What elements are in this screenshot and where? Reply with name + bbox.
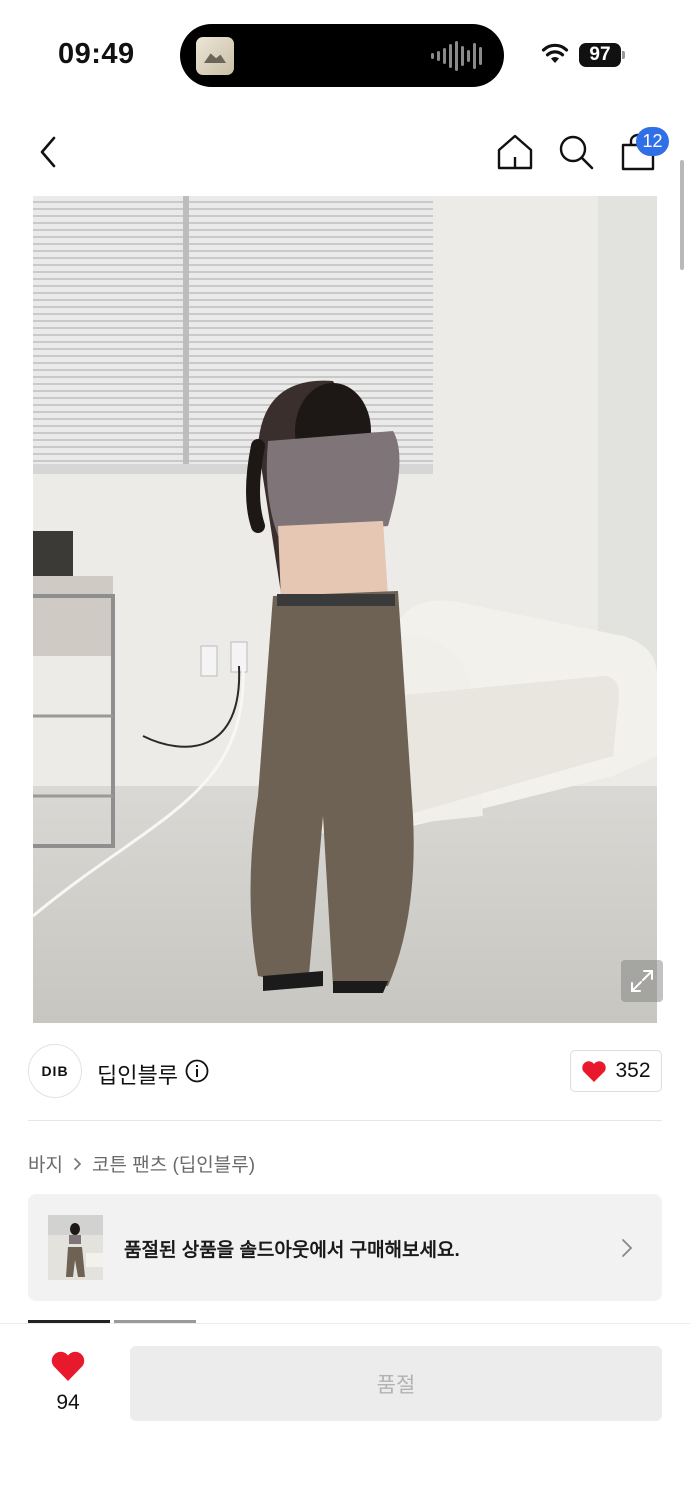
banner-product-thumbnail [48, 1215, 103, 1280]
brand-row: DIB 딥인블루 352 [28, 1044, 662, 1100]
breadcrumb: 바지 코튼 팬츠 (딥인블루) [28, 1150, 255, 1177]
section-divider [28, 1120, 662, 1121]
now-playing-thumbnail [196, 37, 234, 75]
status-bar: 09:49 97 [0, 0, 690, 110]
home-icon [497, 134, 533, 170]
chevron-left-icon [40, 136, 56, 168]
wishlist-count: 94 [56, 1391, 80, 1414]
chevron-right-icon [622, 1239, 633, 1257]
soldout-button[interactable]: 품절 [130, 1346, 662, 1421]
soldout-banner[interactable]: 품절된 상품을 솔드아웃에서 구매해보세요. [28, 1194, 662, 1301]
chevron-right-icon [73, 1157, 82, 1171]
search-icon [559, 135, 594, 170]
wishlist-button[interactable]: 94 [40, 1350, 96, 1415]
battery-indicator: 97 [579, 43, 621, 67]
heart-icon [51, 1351, 85, 1381]
brand-logo[interactable]: DIB [28, 1044, 82, 1098]
wifi-icon [541, 43, 569, 63]
brand-like-count: 352 [615, 1059, 651, 1082]
cart-count-badge: 12 [636, 127, 669, 156]
audio-waveform-icon [431, 40, 482, 72]
expand-icon [631, 970, 653, 992]
back-button[interactable] [24, 128, 72, 176]
battery-tip [622, 51, 625, 59]
breadcrumb-category[interactable]: 바지 [28, 1150, 63, 1177]
search-button[interactable] [552, 128, 600, 176]
info-icon[interactable] [185, 1059, 209, 1083]
breadcrumb-product[interactable]: 코튼 팬츠 (딥인블루) [92, 1150, 255, 1177]
expand-image-button[interactable] [621, 960, 663, 1002]
page-scrollbar[interactable] [680, 160, 684, 270]
brand-like-button[interactable]: 352 [570, 1050, 662, 1092]
banner-text: 품절된 상품을 솔드아웃에서 구매해보세요. [124, 1240, 460, 1261]
bottom-action-bar: 94 품절 [0, 1323, 690, 1500]
home-button[interactable] [491, 128, 539, 176]
brand-name[interactable]: 딥인블루 [97, 1058, 178, 1090]
product-image[interactable] [33, 196, 657, 1023]
status-time: 09:49 [58, 38, 135, 70]
heart-icon [582, 1060, 607, 1082]
product-photo-illustration [33, 196, 657, 1023]
top-nav [0, 120, 690, 184]
dynamic-island [180, 24, 504, 87]
